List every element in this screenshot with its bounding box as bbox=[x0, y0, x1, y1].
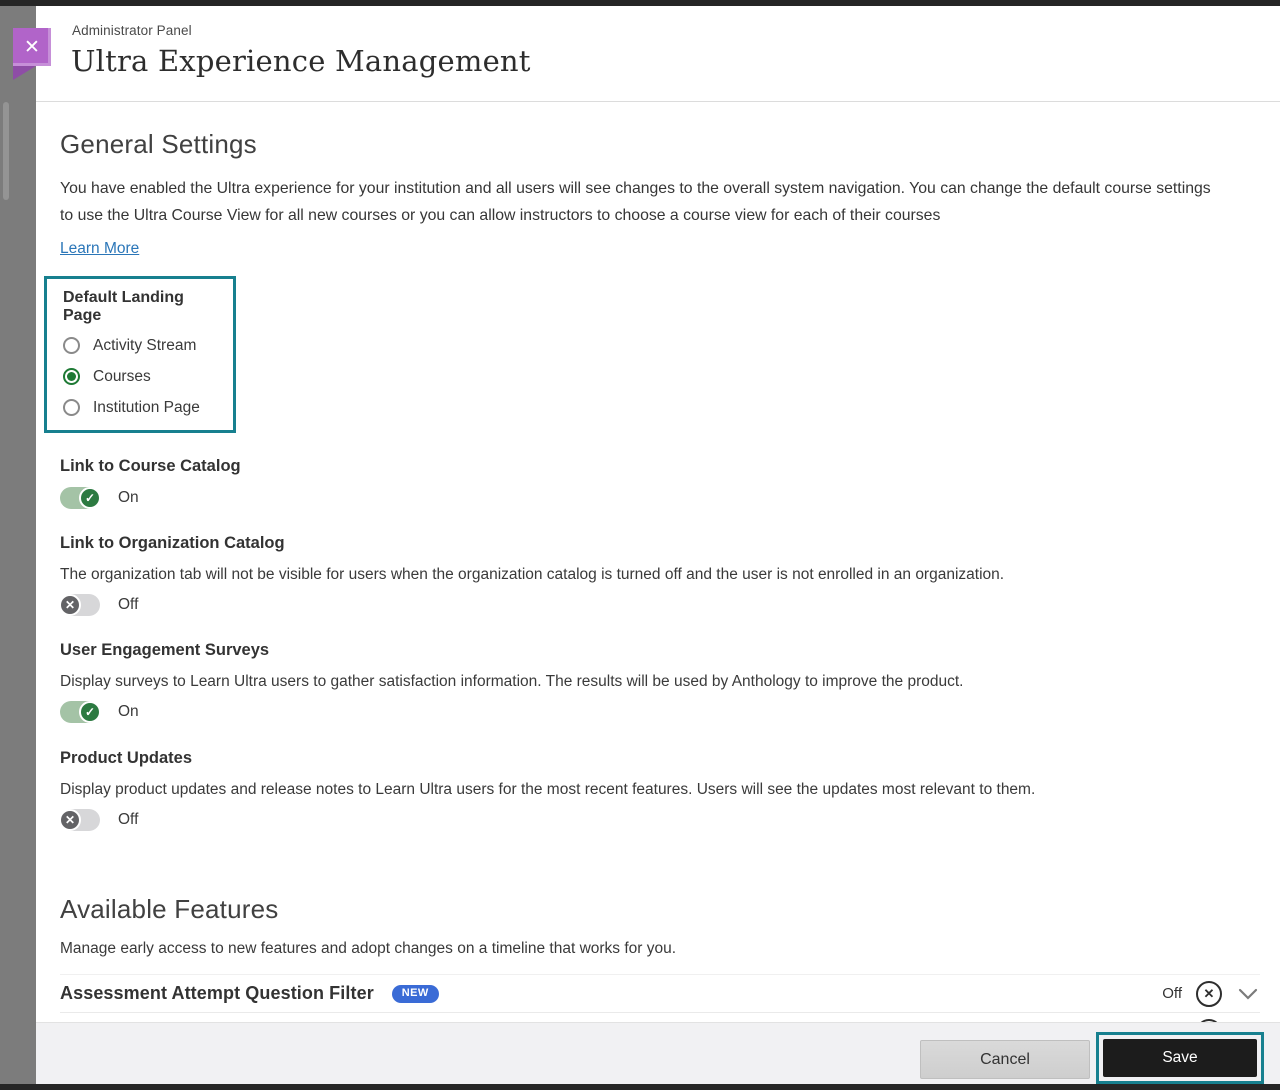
close-button-ribbon-fold bbox=[13, 66, 36, 80]
general-settings-heading: General Settings bbox=[60, 129, 1260, 160]
product-updates-label: Product Updates bbox=[60, 749, 1260, 768]
feature-off-circle-x-icon[interactable]: ✕ bbox=[1196, 981, 1222, 1007]
toggle-x-icon: ✕ bbox=[59, 809, 81, 831]
course-catalog-toggle-row: ✓ On bbox=[60, 487, 1260, 509]
organization-catalog-toggle[interactable]: ✕ bbox=[60, 594, 100, 616]
surveys-toggle-row: ✓ On bbox=[60, 701, 1260, 723]
x-glyph: ✕ bbox=[1204, 986, 1215, 1002]
toggle-state-label: Off bbox=[118, 596, 138, 614]
course-catalog-toggle[interactable]: ✓ bbox=[60, 487, 100, 509]
background-page-strip bbox=[0, 6, 36, 1084]
default-landing-page-group: Default Landing Page Activity Stream Cou… bbox=[44, 276, 236, 433]
default-landing-page-label: Default Landing Page bbox=[63, 289, 219, 325]
product-updates-toggle[interactable]: ✕ bbox=[60, 809, 100, 831]
radio-label: Courses bbox=[93, 368, 151, 386]
save-button-highlight-box: Save bbox=[1096, 1032, 1264, 1084]
close-icon: ✕ bbox=[24, 38, 40, 57]
window-bottom-border bbox=[0, 1084, 1280, 1090]
radio-activity-stream[interactable]: Activity Stream bbox=[63, 335, 219, 356]
feature-state-label: Off bbox=[1162, 985, 1182, 1002]
toggle-check-icon: ✓ bbox=[79, 701, 101, 723]
radio-label: Institution Page bbox=[93, 399, 200, 417]
close-button[interactable]: ✕ bbox=[13, 28, 51, 66]
save-button[interactable]: Save bbox=[1103, 1039, 1257, 1077]
radio-circle-icon bbox=[63, 399, 80, 416]
link-to-course-catalog-label: Link to Course Catalog bbox=[60, 457, 1260, 476]
surveys-description: Display surveys to Learn Ultra users to … bbox=[60, 671, 1260, 692]
page-title: Ultra Experience Management bbox=[71, 44, 531, 78]
breadcrumb: Administrator Panel bbox=[72, 23, 192, 38]
toggle-check-icon: ✓ bbox=[79, 487, 101, 509]
radio-institution-page[interactable]: Institution Page bbox=[63, 397, 219, 418]
radio-circle-selected-icon bbox=[63, 368, 80, 385]
new-badge: NEW bbox=[392, 985, 439, 1003]
feature-row-assessment-attempt-question-filter: Assessment Attempt Question Filter NEW O… bbox=[60, 974, 1260, 1013]
cancel-button[interactable]: Cancel bbox=[920, 1040, 1090, 1079]
available-features-description: Manage early access to new features and … bbox=[60, 940, 1260, 958]
product-updates-description: Display product updates and release note… bbox=[60, 779, 1260, 800]
main-content: General Settings You have enabled the Ul… bbox=[36, 102, 1280, 1022]
radio-circle-icon bbox=[63, 337, 80, 354]
learn-more-link[interactable]: Learn More bbox=[60, 240, 139, 258]
footer-action-bar: Cancel Save bbox=[36, 1022, 1280, 1084]
radio-courses[interactable]: Courses bbox=[63, 366, 219, 387]
admin-panel-screen: Administrator Panel Ultra Experience Man… bbox=[0, 0, 1280, 1090]
toggle-x-icon: ✕ bbox=[59, 594, 81, 616]
radio-label: Activity Stream bbox=[93, 337, 196, 355]
toggle-state-label: Off bbox=[118, 811, 138, 829]
available-features-heading: Available Features bbox=[60, 894, 1260, 925]
surveys-toggle[interactable]: ✓ bbox=[60, 701, 100, 723]
general-settings-description: You have enabled the Ultra experience fo… bbox=[60, 175, 1215, 229]
window-top-border bbox=[0, 0, 1280, 6]
scrollbar-thumb[interactable] bbox=[3, 102, 9, 200]
organization-catalog-description: The organization tab will not be visible… bbox=[60, 564, 1260, 585]
feature-label: Assessment Attempt Question Filter bbox=[60, 983, 374, 1004]
product-updates-toggle-row: ✕ Off bbox=[60, 809, 1260, 831]
panel-header: Administrator Panel Ultra Experience Man… bbox=[36, 6, 1280, 102]
user-engagement-surveys-label: User Engagement Surveys bbox=[60, 641, 1260, 660]
link-to-organization-catalog-label: Link to Organization Catalog bbox=[60, 534, 1260, 553]
chevron-down-icon[interactable] bbox=[1236, 986, 1260, 1002]
toggle-state-label: On bbox=[118, 489, 139, 507]
toggle-state-label: On bbox=[118, 703, 139, 721]
organization-catalog-toggle-row: ✕ Off bbox=[60, 594, 1260, 616]
